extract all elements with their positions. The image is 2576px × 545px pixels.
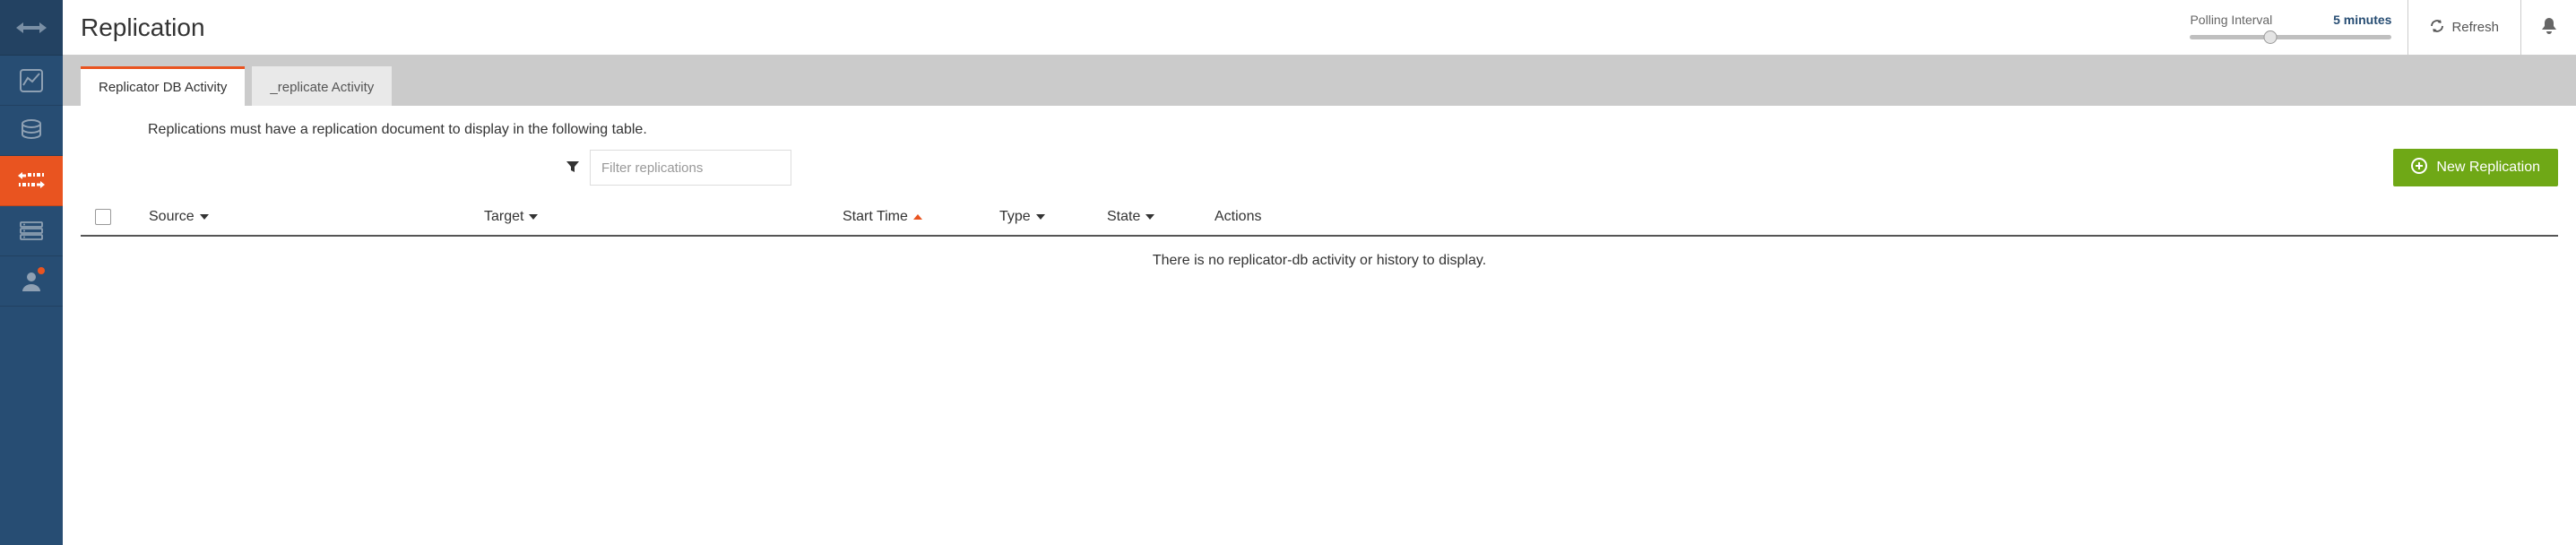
notification-dot-icon: [38, 267, 45, 274]
column-source[interactable]: Source: [125, 209, 484, 225]
table: Source Target Start Time Type: [81, 199, 2558, 285]
column-state[interactable]: State: [1107, 209, 1215, 225]
database-icon: [20, 119, 43, 143]
main: Replication Polling Interval 5 minutes R…: [63, 0, 2576, 545]
chevron-down-icon: [1036, 214, 1045, 220]
refresh-icon: [2430, 19, 2444, 37]
notifications-button[interactable]: [2520, 0, 2576, 56]
sort-asc-icon: [913, 214, 922, 220]
servers-icon: [20, 221, 43, 241]
sidebar-item-user[interactable]: [0, 256, 63, 307]
filter-icon: [566, 160, 579, 176]
column-select-all[interactable]: [81, 209, 125, 225]
column-actions: Actions: [1215, 209, 2558, 225]
polling-label: Polling Interval: [2190, 13, 2272, 27]
polling-value: 5 minutes: [2333, 13, 2391, 27]
sidebar-item-config[interactable]: [0, 206, 63, 256]
new-replication-label: New Replication: [2436, 160, 2540, 176]
chevron-down-icon: [1145, 214, 1154, 220]
tab-replicator-db-activity[interactable]: Replicator DB Activity: [81, 66, 245, 106]
select-all-checkbox[interactable]: [95, 209, 111, 225]
hint-text: Replications must have a replication doc…: [148, 122, 2558, 138]
sidebar: [0, 0, 63, 545]
filter-input[interactable]: [590, 150, 791, 186]
sidebar-item-collapse[interactable]: [0, 0, 63, 56]
chevron-down-icon: [200, 214, 209, 220]
bell-icon: [2540, 16, 2558, 39]
empty-state-message: There is no replicator-db activity or hi…: [81, 237, 2558, 285]
refresh-label: Refresh: [2451, 20, 2499, 35]
chevron-down-icon: [529, 214, 538, 220]
sidebar-item-databases[interactable]: [0, 106, 63, 156]
sidebar-item-replication[interactable]: [0, 156, 63, 206]
tab-replicate-activity[interactable]: _replicate Activity: [252, 66, 392, 106]
polling-slider[interactable]: [2190, 30, 2391, 43]
tab-strip: Replicator DB Activity _replicate Activi…: [63, 56, 2576, 106]
column-start-time[interactable]: Start Time: [843, 209, 999, 225]
header: Replication Polling Interval 5 minutes R…: [63, 0, 2576, 56]
page-title: Replication: [81, 13, 205, 42]
table-header: Source Target Start Time Type: [81, 199, 2558, 237]
polling-interval-control[interactable]: Polling Interval 5 minutes: [2190, 13, 2407, 43]
column-target[interactable]: Target: [484, 209, 843, 225]
chart-icon: [20, 69, 43, 92]
sidebar-item-active-tasks[interactable]: [0, 56, 63, 106]
content: Replications must have a replication doc…: [63, 106, 2576, 285]
column-type[interactable]: Type: [999, 209, 1107, 225]
new-replication-button[interactable]: New Replication: [2393, 149, 2558, 186]
arrows-horizontal-icon: [16, 21, 47, 35]
toolbar: New Replication: [81, 149, 2558, 186]
refresh-button[interactable]: Refresh: [2407, 0, 2520, 56]
replication-icon: [18, 169, 45, 193]
plus-circle-icon: [2411, 158, 2427, 178]
